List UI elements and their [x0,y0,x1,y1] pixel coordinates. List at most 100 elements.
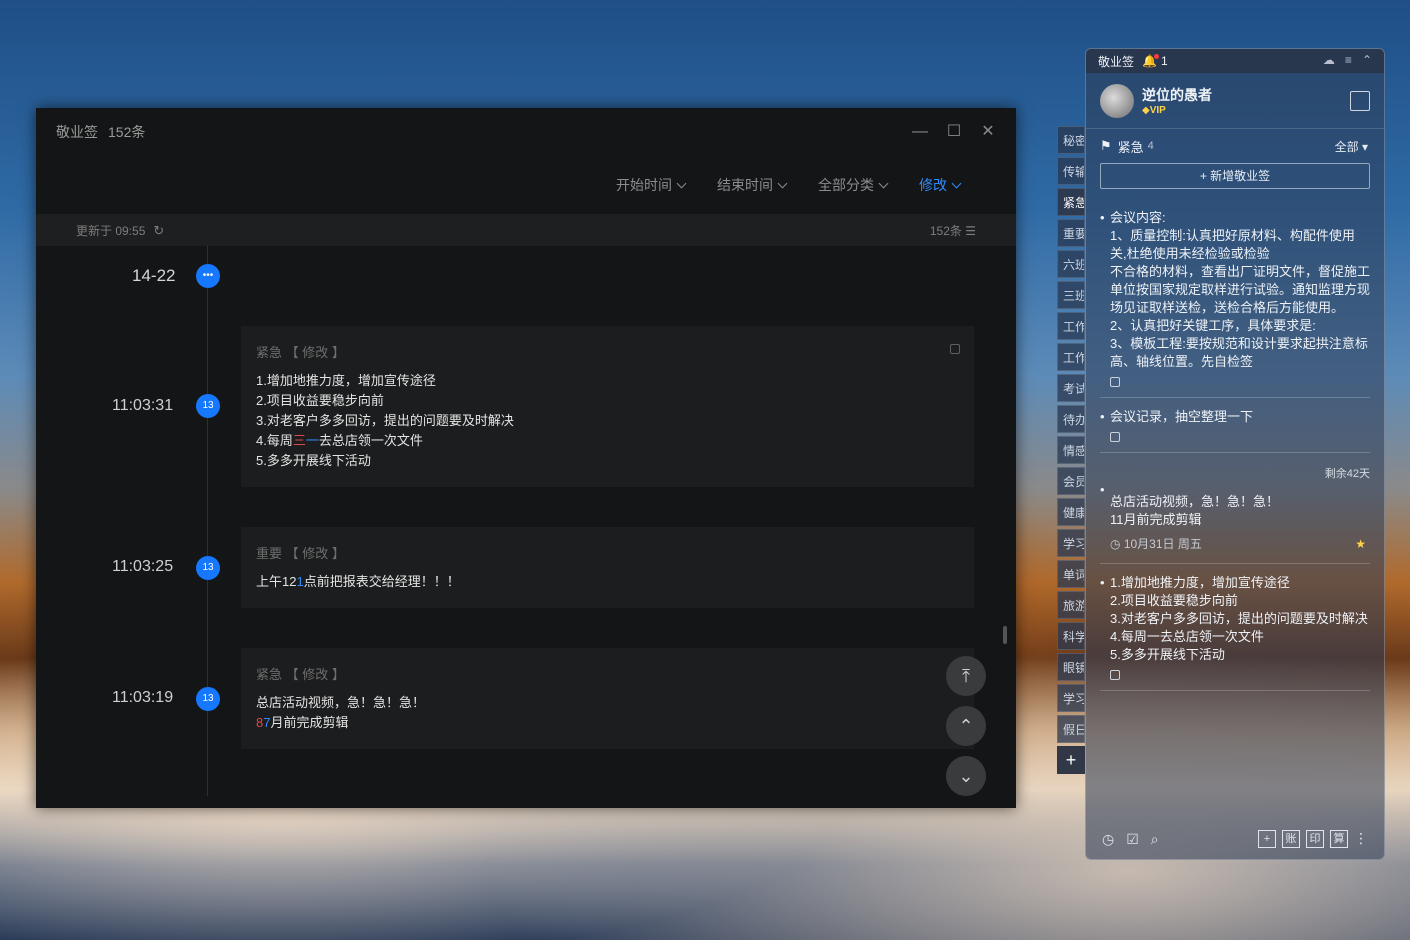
calculator-icon[interactable]: 算 [1330,830,1348,848]
entry-head: 紧急 【 修改 】 [256,667,345,682]
tab-category[interactable]: 假日 [1057,715,1085,743]
note-line: 11月前完成剪辑 [1110,512,1202,527]
panel-titlebar: 敬业签 🔔 1 ☁ ≡ ⌃ [1086,49,1384,73]
entry-time: 11:03:31 [112,397,174,414]
chevron-down-icon [676,178,687,188]
star-icon[interactable]: ★ [1355,535,1366,553]
sticky-panel: 敬业签 🔔 1 ☁ ≡ ⌃ 逆位的愚者 ◆VIP ⚑ 紧急 4 全部 ▾ + 新… [1085,48,1385,860]
note-item[interactable]: 剩余42天 总店活动视频，急！急！急！ 11月前完成剪辑 ◷ 10月31日 周五… [1100,468,1370,564]
panel-bottom-bar: ◷ ☑ ⌕ + 账 印 算 ⋮ [1086,819,1384,859]
more-vertical-icon[interactable]: ⋮ [1354,830,1368,848]
entry-card[interactable]: 紧急 【 修改 】 总店活动视频，急！急！急！ 87月前完成剪辑 [241,648,974,749]
tab-category[interactable]: 单词 [1057,560,1085,588]
tab-category[interactable]: 情感 [1057,436,1085,464]
entry-time: 11:03:19 [112,689,174,706]
note-item[interactable]: 1.增加地推力度，增加宣传途径 2.项目收益要稳步向前 3.对老客户多多回访，提… [1100,564,1370,691]
main-window: 敬业签 152条 — ☐ ✕ 开始时间 结束时间 全部分类 修改 更新于 09:… [36,108,1016,808]
start-time-filter[interactable]: 开始时间 [616,175,687,195]
end-time-filter[interactable]: 结束时间 [717,175,788,195]
modify-filter[interactable]: 修改 [919,175,962,195]
search-icon[interactable]: ⌕ [1151,831,1159,848]
status-count: 152条 ☰ [930,222,976,239]
minimize-icon[interactable]: — [910,122,930,142]
tab-category[interactable]: 学习 [1057,529,1085,557]
tab-category[interactable]: 紧急 [1057,188,1085,216]
tab-category[interactable]: 六班 [1057,250,1085,278]
statusbar: 更新于 09:55 ↻ 152条 ☰ [36,214,1016,246]
entry-card[interactable]: 重要 【 修改 】 上午121点前把报表交给经理！！！ [241,527,974,608]
modify-label: 修改 [919,177,947,193]
tab-category[interactable]: 工作 [1057,312,1085,340]
note-item[interactable]: 会议内容: 1、质量控制:认真把好原材料、构配件使用关,杜绝使用未经检验或检验 … [1100,199,1370,398]
refresh-icon[interactable]: ↻ [153,223,164,239]
menu-icon[interactable]: ≡ [1345,53,1352,67]
tab-category[interactable]: 重要 [1057,219,1085,247]
entry-text: 4.每周 [256,433,293,448]
bell-icon[interactable]: 🔔 [1142,54,1159,68]
note-line: 2、认真把好关键工序，具体要求是: [1110,318,1316,333]
tab-category[interactable]: 健康 [1057,498,1085,526]
entry-line: 3.对老客户多多回访，提出的问题要及时解决 [256,413,514,428]
entry-text: 月前完成剪辑 [270,715,349,730]
start-time-label: 开始时间 [616,177,672,193]
tab-category[interactable]: 学习 [1057,684,1085,712]
entry-head: 重要 【 修改 】 [256,546,345,561]
tab-category[interactable]: 眼镜 [1057,653,1085,681]
deleted-text: 三 [292,433,306,448]
lock-icon [1110,670,1120,680]
remaining-days: 剩余42天 [1324,468,1370,480]
note-count: 152条 [108,124,146,140]
account-icon[interactable]: 账 [1282,830,1300,848]
category-filter[interactable]: 全部分类 [818,175,889,195]
added-text: 1 [296,574,304,589]
entry-badge: 13 [196,394,220,418]
vip-badge: ◆VIP [1142,105,1166,116]
more-icon[interactable]: ••• [196,264,220,288]
new-note-button[interactable]: + 新增敬业签 [1100,163,1370,189]
tab-category[interactable]: 秘密 [1057,126,1085,154]
scrollbar[interactable] [1003,626,1007,644]
add-icon[interactable]: + [1258,830,1276,848]
current-category: 紧急 [1117,139,1144,155]
tab-category[interactable]: 科学 [1057,622,1085,650]
note-line: 不合格的材料，查看出厂证明文件，督促施工单位按国家规定取样进行试验。通知监理方现… [1110,264,1371,315]
maximize-icon[interactable]: ☐ [944,122,964,142]
note-item[interactable]: 会议记录，抽空整理一下 [1100,398,1370,453]
timeline-line [207,246,208,796]
collapse-icon[interactable]: ⌃ [1362,53,1372,67]
note-line: 4.每周一去总店领一次文件 [1110,629,1264,644]
print-icon[interactable]: 印 [1306,830,1324,848]
chevron-down-icon [777,178,788,188]
add-category-button[interactable]: + [1057,746,1085,774]
cloud-icon[interactable]: ☁ [1323,53,1335,67]
tab-category[interactable]: 工作 [1057,343,1085,371]
scroll-top-button[interactable]: ⤒ [946,656,986,696]
tab-category[interactable]: 考试 [1057,374,1085,402]
entry-text: 点前把报表交给经理！！！ [303,574,460,589]
entry-text: 去总店领一次文件 [318,433,423,448]
scroll-down-button[interactable]: ⌄ [946,756,986,796]
entry-line: 87月前完成剪辑 [256,713,959,733]
update-time: 更新于 09:55 [76,223,146,238]
checklist-icon[interactable]: ☑ [1126,831,1139,848]
added-text: 一 [305,433,319,448]
vip-label: VIP [1149,105,1166,116]
scroll-up-button[interactable]: ⌃ [946,706,986,746]
tab-category[interactable]: 旅游 [1057,591,1085,619]
list-icon[interactable]: ☰ [965,224,976,238]
note-date: ◷ 10月31日 周五 [1110,535,1370,553]
all-dropdown[interactable]: 全部 ▾ [1335,138,1368,155]
tab-category[interactable]: 传输 [1057,157,1085,185]
avatar[interactable] [1100,83,1134,118]
calendar-icon[interactable] [1350,91,1370,111]
tab-category[interactable]: 待办 [1057,405,1085,433]
profile-info: 逆位的愚者 ◆VIP [1134,85,1212,116]
clock-icon[interactable]: ◷ [1102,831,1114,848]
tab-category[interactable]: 三班 [1057,281,1085,309]
note-line: 2.项目收益要稳步向前 [1110,593,1238,608]
close-icon[interactable]: ✕ [978,122,998,142]
bottom-right-tools: + 账 印 算 ⋮ [1258,830,1368,848]
entry-card[interactable]: 紧急 【 修改 】 1.增加地推力度，增加宣传途径 2.项目收益要稳步向前 3.… [241,326,974,487]
tab-category[interactable]: 会员 [1057,467,1085,495]
notification-dot [1153,54,1159,59]
